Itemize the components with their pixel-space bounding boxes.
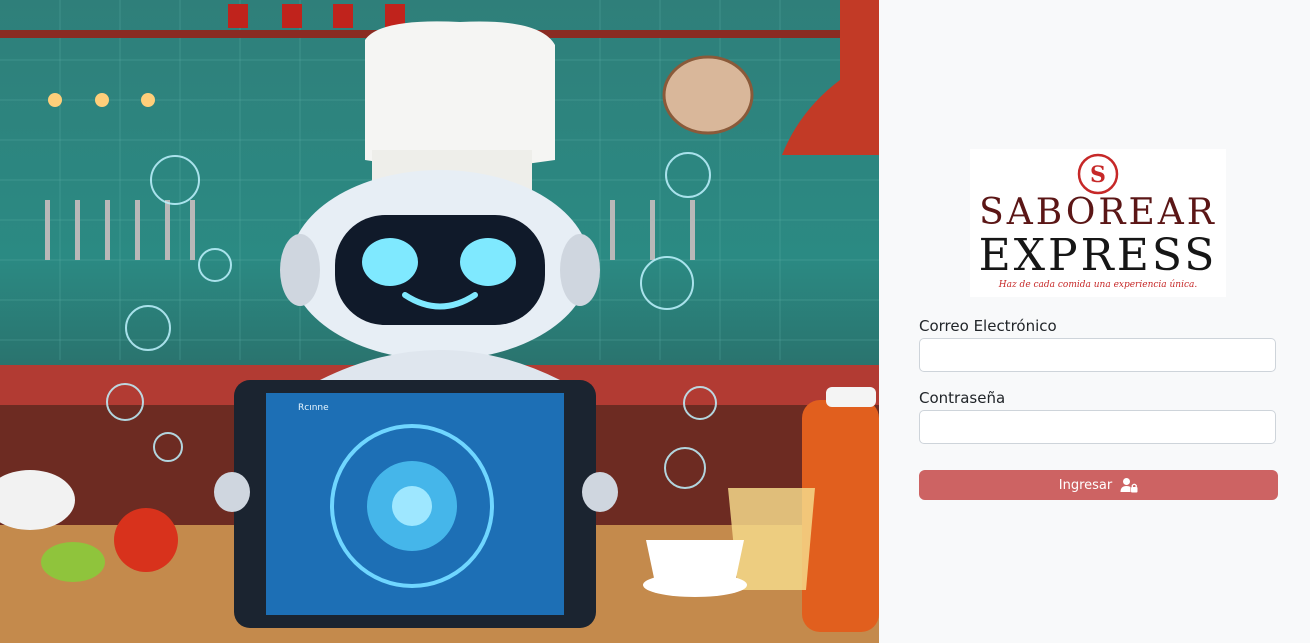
password-label: Contraseña — [919, 389, 1006, 407]
brand-name-line2: EXPRESS — [978, 230, 1218, 281]
email-field[interactable] — [919, 338, 1276, 372]
hero-illustration: Rcınne — [0, 0, 879, 643]
brand-name-line1: SABOREAR — [979, 192, 1217, 233]
brand-emblem-icon: S — [1077, 153, 1119, 195]
submit-button-label: Ingresar — [1058, 477, 1113, 493]
login-panel: S SABOREAR EXPRESS Haz de cada comida un… — [879, 0, 1310, 643]
brand-tagline: Haz de cada comida una experiencia única… — [998, 280, 1198, 290]
tablet-text: Rcınne — [298, 403, 329, 413]
submit-button[interactable]: Ingresar — [919, 470, 1278, 500]
brand-logo: S SABOREAR EXPRESS Haz de cada comida un… — [970, 149, 1226, 297]
user-lock-icon — [1120, 478, 1138, 493]
email-label: Correo Electrónico — [919, 317, 1057, 335]
password-field[interactable] — [919, 410, 1276, 444]
svg-text:S: S — [1090, 162, 1106, 188]
chef-robot-illustration: Rcınne — [0, 0, 879, 643]
